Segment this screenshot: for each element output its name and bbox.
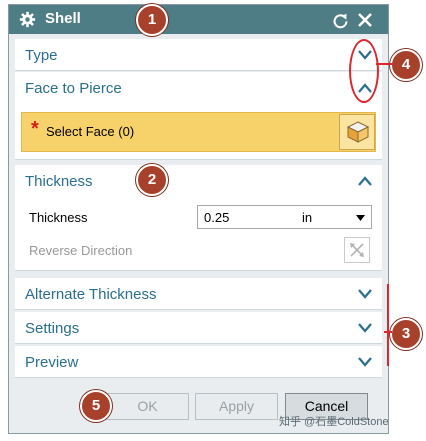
dropdown-arrow-icon[interactable]: [356, 215, 365, 221]
section-thickness-header[interactable]: Thickness: [15, 165, 382, 197]
section-thickness-label: Thickness: [25, 173, 93, 190]
annotation-badge-2: 2: [136, 164, 168, 196]
required-mark: *: [31, 118, 39, 140]
thickness-field-label: Thickness: [29, 210, 88, 225]
section-preview[interactable]: Preview: [15, 346, 382, 378]
section-alternate-thickness-label: Alternate Thickness: [25, 286, 157, 303]
annotation-leader-3: [384, 331, 392, 333]
section-settings-header[interactable]: Settings: [15, 312, 382, 344]
ok-button[interactable]: OK: [106, 393, 189, 420]
section-alternate-thickness[interactable]: Alternate Thickness: [15, 278, 382, 310]
section-preview-label: Preview: [25, 354, 79, 371]
section-settings-label: Settings: [25, 320, 80, 337]
section-alternate-thickness-header[interactable]: Alternate Thickness: [15, 278, 382, 310]
section-face-to-pierce: Face to Pierce * Select Face (0): [15, 72, 382, 160]
close-icon[interactable]: [357, 12, 373, 28]
annotation-bracket: [383, 284, 389, 366]
section-thickness: Thickness Thickness 0.25 in Reverse Dire…: [15, 165, 382, 271]
thickness-value[interactable]: 0.25: [204, 210, 229, 225]
section-face-to-pierce-header[interactable]: Face to Pierce: [15, 72, 382, 104]
annotation-badge-5: 5: [80, 390, 112, 422]
reverse-direction-button[interactable]: [344, 237, 370, 263]
dialog-title: Shell: [45, 10, 81, 27]
gear-icon[interactable]: [19, 11, 36, 28]
face-select-button[interactable]: [339, 114, 375, 150]
section-type[interactable]: Type: [15, 39, 382, 71]
section-preview-header[interactable]: Preview: [15, 346, 382, 378]
chevron-up-icon[interactable]: [358, 175, 372, 187]
annotation-leader-4: [376, 63, 393, 65]
thickness-input[interactable]: 0.25 in: [197, 205, 372, 229]
reverse-direction-label: Reverse Direction: [29, 243, 133, 258]
select-face-label: Select Face (0): [46, 124, 135, 139]
annotation-oval: [349, 39, 379, 103]
reverse-direction-icon: [350, 243, 364, 257]
section-type-label: Type: [25, 47, 58, 64]
watermark: 知乎 @石墨ColdStone: [279, 416, 389, 428]
title-bar[interactable]: Shell: [9, 5, 388, 34]
annotation-badge-3: 3: [390, 318, 422, 350]
annotation-badge-4: 4: [390, 49, 422, 81]
chevron-down-icon[interactable]: [358, 288, 372, 300]
apply-button[interactable]: Apply: [195, 393, 278, 420]
reset-icon[interactable]: [332, 12, 349, 29]
unit-select[interactable]: in: [302, 210, 312, 225]
chevron-down-icon[interactable]: [358, 322, 372, 334]
annotation-badge-1: 1: [136, 4, 168, 36]
section-face-to-pierce-label: Face to Pierce: [25, 80, 122, 97]
section-settings[interactable]: Settings: [15, 312, 382, 344]
shell-dialog: Shell Type Face to Pierce * Select Face …: [8, 4, 389, 434]
chevron-down-icon[interactable]: [358, 356, 372, 368]
select-face-row[interactable]: * Select Face (0): [21, 112, 376, 152]
section-type-header[interactable]: Type: [15, 39, 382, 71]
cube-icon: [346, 121, 370, 143]
